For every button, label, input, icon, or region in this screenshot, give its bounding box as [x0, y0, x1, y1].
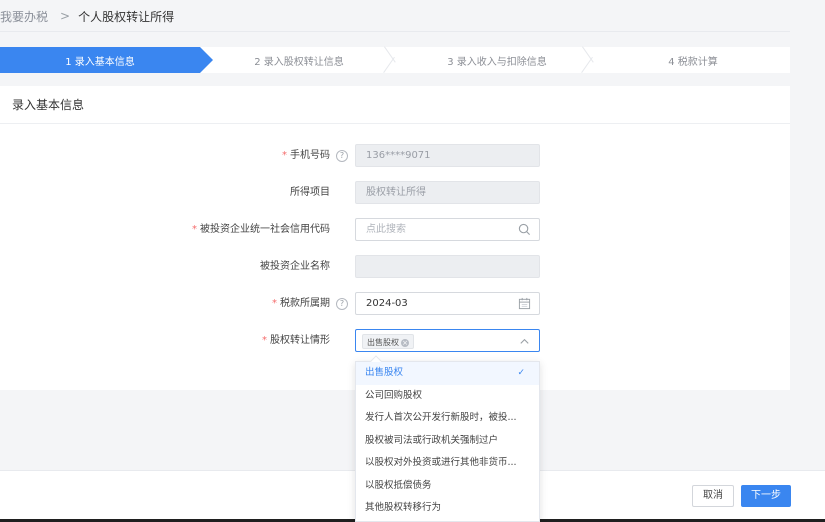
step-label: 2 录入股权转让信息	[254, 56, 344, 68]
dropdown-option[interactable]: 其他股权转移行为	[356, 497, 539, 520]
income-item-label: 所得项目	[290, 187, 330, 198]
step-label: 1 录入基本信息	[65, 56, 135, 68]
breadcrumb: 我要办税 > 个人股权转让所得	[0, 0, 825, 32]
tag-close-icon[interactable]: ×	[401, 339, 409, 347]
breadcrumb-divider	[0, 31, 790, 32]
breadcrumb-parent-link[interactable]: 我要办税	[0, 8, 48, 25]
step-equity-transfer-info: 2 录入股权转让信息	[200, 47, 398, 73]
step-label: 3 录入收入与扣除信息	[447, 56, 547, 68]
dropdown-option[interactable]: 股权被司法或行政机关强制过户	[356, 430, 539, 453]
step-basic-info: 1 录入基本信息	[0, 47, 213, 73]
form-row-phone: * 手机号码 ? 136****9071	[0, 144, 790, 168]
form-row-income-item: 所得项目 股权转让所得	[0, 181, 790, 205]
form-row-company-name: 被投资企业名称	[0, 255, 790, 279]
transfer-situation-select[interactable]: 出售股权 ×	[355, 329, 540, 352]
selected-tag: 出售股权 ×	[362, 334, 414, 349]
check-icon: ✓	[517, 368, 525, 378]
company-name-label: 被投资企业名称	[260, 261, 330, 272]
credit-code-placeholder: 点此搜索	[366, 224, 406, 235]
credit-code-label: * 被投资企业统一社会信用代码	[192, 224, 330, 235]
step-tax-calculation: 4 税款计算	[596, 47, 790, 73]
credit-code-search-input[interactable]: 点此搜索	[355, 218, 540, 241]
transfer-situation-label: * 股权转让情形	[262, 335, 330, 346]
help-icon[interactable]: ?	[336, 150, 348, 162]
breadcrumb-current: 个人股权转让所得	[78, 9, 175, 24]
required-mark: *	[192, 224, 197, 235]
step-label: 4 税款计算	[668, 56, 718, 68]
step-active-arrow	[200, 47, 213, 73]
phone-label: * 手机号码	[282, 150, 330, 161]
section-title: 录入基本信息	[0, 86, 790, 124]
calendar-icon[interactable]	[518, 297, 531, 310]
transfer-situation-dropdown: 出售股权 ✓ 公司回购股权 发行人首次公开发行新股时，被投... 股权被司法或行政…	[355, 355, 540, 522]
form-row-tax-period: * 税款所属期 ? 2024-03	[0, 292, 790, 316]
tax-period-label: * 税款所属期	[272, 298, 330, 309]
step-income-deduction-info: 3 录入收入与扣除信息	[398, 47, 596, 73]
required-mark: *	[262, 335, 267, 346]
dropdown-option[interactable]: 以股权对外投资或进行其他非货币...	[356, 452, 539, 475]
step-divider	[384, 47, 398, 73]
search-icon[interactable]	[518, 223, 531, 236]
dropdown-option[interactable]: 出售股权 ✓	[356, 362, 539, 385]
step-bar: 1 录入基本信息 2 录入股权转让信息 3 录入收入与扣除信息 4 税款计算	[0, 47, 790, 73]
form-row-credit-code: * 被投资企业统一社会信用代码 点此搜索	[0, 218, 790, 242]
breadcrumb-separator: >	[60, 9, 71, 23]
income-item-field: 股权转让所得	[355, 181, 540, 204]
required-mark: *	[272, 298, 277, 309]
dropdown-option[interactable]: 公司回购股权	[356, 385, 539, 408]
cancel-button[interactable]: 取消	[692, 485, 734, 507]
form-row-transfer-situation: * 股权转让情形 出售股权 ×	[0, 329, 790, 353]
company-name-field	[355, 255, 540, 278]
required-mark: *	[282, 150, 287, 161]
dropdown-option[interactable]: 以股权抵偿债务	[356, 475, 539, 498]
chevron-up-icon[interactable]	[518, 335, 531, 348]
next-step-button[interactable]: 下一步	[741, 485, 791, 507]
dropdown-option[interactable]: 发行人首次公开发行新股时，被投...	[356, 407, 539, 430]
help-icon[interactable]: ?	[336, 298, 348, 310]
tax-period-date-picker[interactable]: 2024-03	[355, 292, 540, 315]
phone-field: 136****9071	[355, 144, 540, 167]
step-divider	[582, 47, 596, 73]
tax-period-value: 2024-03	[366, 298, 408, 309]
